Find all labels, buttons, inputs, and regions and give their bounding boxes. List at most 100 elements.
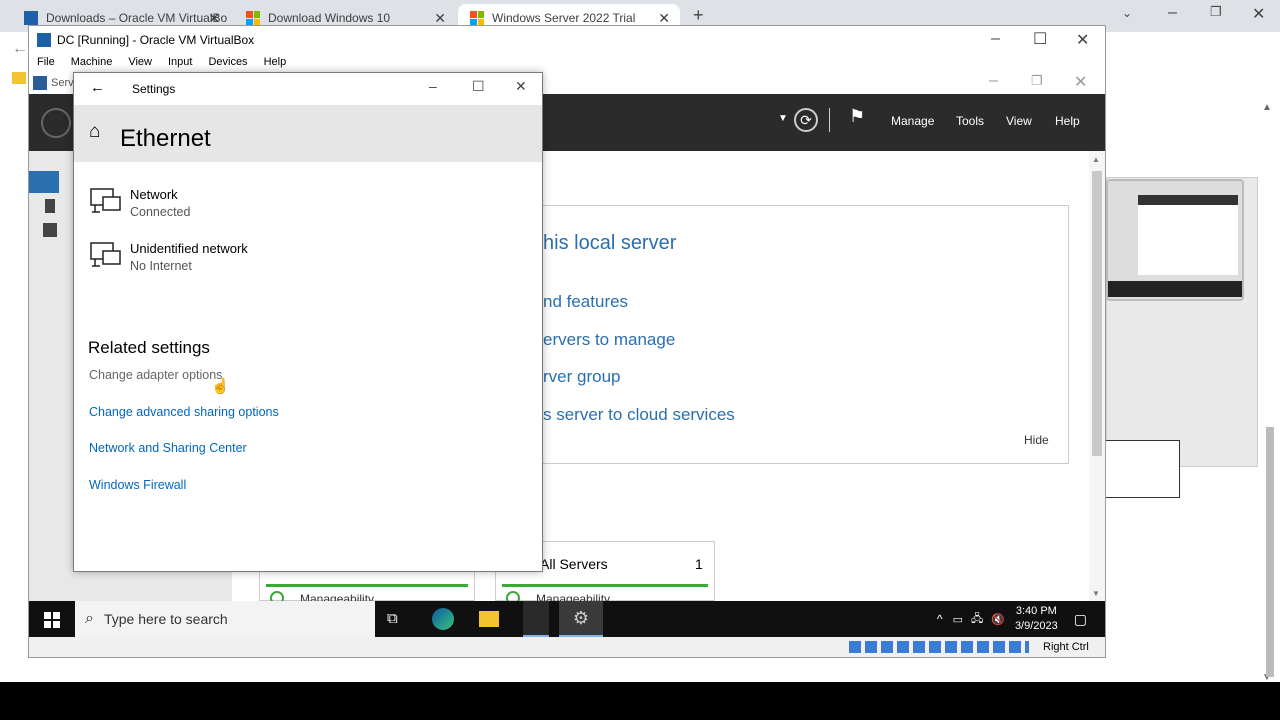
page-scrollbar-thumb[interactable] [1266, 427, 1274, 677]
server-manager-taskbar-icon[interactable] [523, 601, 549, 637]
nav-help[interactable]: Help [1055, 114, 1080, 128]
network-connection-item[interactable]: Network Connected [88, 185, 508, 229]
browser-maximize-button[interactable]: ❐ [1210, 4, 1222, 20]
configure-local-server-link[interactable]: his local server [543, 232, 676, 255]
vbox-minimize-button[interactable]: – [991, 30, 1000, 48]
virtualbox-title: DC [Running] - Oracle VM VirtualBox [57, 33, 255, 47]
clock-date: 3/9/2023 [1014, 620, 1058, 632]
new-tab-button[interactable]: + [693, 5, 704, 26]
network-name: Unidentified network [130, 241, 248, 256]
nav-view[interactable]: View [1006, 114, 1032, 128]
network-connection-item[interactable]: Unidentified network No Internet [88, 239, 508, 283]
menu-devices[interactable]: Devices [200, 54, 255, 72]
nav-tools[interactable]: Tools [956, 114, 984, 128]
network-icon[interactable]: 🖧 [971, 610, 983, 629]
settings-gear-icon[interactable]: ⚙ [559, 601, 603, 637]
status-bar [266, 584, 468, 587]
windows-logo-icon [470, 11, 484, 25]
sm-restore-button[interactable]: ❐ [1031, 73, 1043, 89]
welcome-tile: his local server nd features ervers to m… [542, 205, 1069, 464]
settings-minimize-button[interactable]: – [429, 78, 437, 94]
back-arrow-icon[interactable]: ← [12, 40, 28, 58]
settings-window-title: Settings [132, 82, 176, 96]
dashboard-nav-icon[interactable] [29, 171, 59, 193]
virtualbox-icon [24, 11, 38, 25]
all-servers-nav-icon[interactable] [43, 223, 57, 237]
scroll-up-icon[interactable]: ▲ [1262, 102, 1272, 113]
file-explorer-icon[interactable] [479, 611, 499, 627]
back-circle-icon[interactable] [41, 108, 71, 138]
menu-view[interactable]: View [120, 54, 160, 72]
windows-logo-icon [246, 11, 260, 25]
browser-minimize-button[interactable]: – [1168, 4, 1177, 22]
separator [829, 108, 830, 132]
create-server-group-link[interactable]: rver group [543, 367, 620, 387]
menu-input[interactable]: Input [160, 54, 200, 72]
refresh-icon[interactable]: ⟳ [794, 108, 818, 132]
ethernet-adapter-icon [90, 188, 121, 214]
network-status: Connected [130, 205, 191, 219]
show-hidden-icons-chevron-icon[interactable]: ^ [937, 612, 943, 626]
settings-close-button[interactable]: ✕ [515, 78, 527, 95]
page-title: Ethernet [120, 125, 211, 152]
server-manager-icon [33, 76, 47, 90]
sm-minimize-button[interactable]: – [989, 72, 998, 90]
home-icon[interactable]: ⌂ [89, 121, 100, 143]
card-all-servers-title: All Servers [540, 556, 608, 572]
system-tray: ^ ▭ 🖧 🔇 3:40 PM 3/9/2023 ▢ [937, 601, 1105, 637]
scroll-down-icon[interactable]: ▼ [1092, 589, 1100, 598]
battery-icon[interactable]: ▭ [953, 613, 963, 626]
menu-machine[interactable]: Machine [63, 54, 121, 72]
change-adapter-options-link[interactable]: Change adapter options [89, 368, 222, 382]
dashboard-scrollbar[interactable]: ▲ ▼ [1089, 151, 1105, 601]
notification-center-icon[interactable]: ▢ [1074, 611, 1087, 628]
bookmark-folder-icon[interactable] [12, 72, 26, 84]
add-roles-features-link[interactable]: nd features [543, 292, 628, 312]
menu-file[interactable]: File [29, 54, 63, 72]
virtualbox-titlebar: DC [Running] - Oracle VM VirtualBox – ☐ … [29, 26, 1105, 54]
virtualbox-statusbar: Right Ctrl [29, 637, 1105, 657]
tab-label: Windows Server 2022 Trial [492, 11, 636, 25]
search-placeholder: Type here to search [103, 611, 228, 627]
notifications-flag-icon[interactable]: ⚑ [849, 106, 865, 127]
tab-label: Downloads – Oracle VM VirtualBo [46, 11, 228, 25]
device-status-icons[interactable] [849, 641, 1029, 653]
nav-manage[interactable]: Manage [891, 114, 934, 128]
windows-taskbar: ⌕ Type here to search ⧉ ⚙ ^ ▭ 🖧 🔇 3:40 P… [29, 601, 1105, 637]
volume-muted-icon[interactable]: 🔇 [991, 613, 1005, 626]
tab-label: Download Windows 10 [268, 11, 391, 25]
search-icon: ⌕ [85, 610, 94, 627]
settings-page-header: ⌂ Ethernet [74, 105, 542, 162]
card-all-servers-count: 1 [695, 556, 703, 572]
hide-link[interactable]: Hide [1024, 433, 1049, 447]
tab-search-chevron-icon[interactable]: ⌄ [1122, 6, 1132, 20]
virtualbox-menubar: File Machine View Input Devices Help [29, 54, 1105, 72]
preview-box [1104, 440, 1180, 498]
change-advanced-sharing-options-link[interactable]: Change advanced sharing options [89, 405, 279, 419]
settings-maximize-button[interactable]: ☐ [472, 78, 485, 95]
network-and-sharing-center-link[interactable]: Network and Sharing Center [89, 441, 247, 455]
local-server-nav-icon[interactable] [45, 199, 55, 213]
task-view-icon[interactable]: ⧉ [387, 610, 398, 627]
network-status: No Internet [130, 259, 192, 273]
dropdown-arrow-icon[interactable]: ▼ [778, 113, 788, 124]
add-servers-link[interactable]: ervers to manage [543, 330, 675, 350]
start-button[interactable] [44, 612, 60, 628]
vbox-maximize-button[interactable]: ☐ [1033, 29, 1047, 49]
clock-time: 3:40 PM [1015, 605, 1057, 617]
scrollbar-thumb[interactable] [1092, 171, 1102, 456]
hand-cursor-icon: ☝ [211, 378, 230, 395]
video-thumbnail[interactable] [1106, 179, 1244, 301]
settings-window: ← Settings – ☐ ✕ ⌂ Ethernet Network Conn… [73, 72, 543, 572]
vbox-close-button[interactable]: ✕ [1076, 30, 1089, 50]
scroll-up-icon[interactable]: ▲ [1092, 155, 1100, 164]
edge-icon[interactable] [432, 608, 454, 630]
menu-help[interactable]: Help [256, 54, 295, 72]
windows-firewall-link[interactable]: Windows Firewall [89, 478, 186, 492]
clock[interactable]: 3:40 PM 3/9/2023 [1015, 604, 1058, 634]
browser-close-button[interactable]: ✕ [1252, 4, 1265, 24]
back-arrow-icon[interactable]: ← [90, 79, 105, 96]
taskbar-search-box[interactable]: ⌕ Type here to search [75, 601, 375, 637]
sm-close-button[interactable]: ✕ [1074, 72, 1087, 92]
connect-cloud-services-link[interactable]: s server to cloud services [543, 405, 735, 425]
